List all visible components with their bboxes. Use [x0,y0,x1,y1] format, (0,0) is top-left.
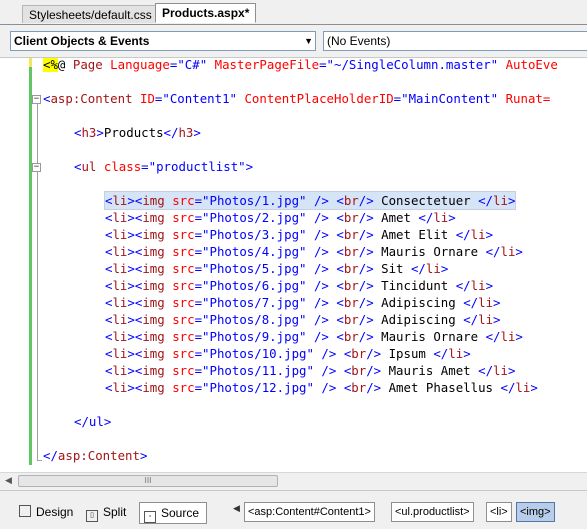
breadcrumb-back-icon[interactable]: ◀ [233,504,240,514]
document-tab-strip: Stylesheets/default.css Products.aspx* [0,0,587,25]
code-line-asp-content: <asp:Content ID="Content1" ContentPlaceH… [43,91,551,106]
chevron-down-icon: ▼ [304,36,313,46]
change-marker [29,58,32,67]
server-directive-marker: <% [43,58,58,72]
breadcrumb-img[interactable]: <img> [516,502,555,522]
source-editor[interactable]: − − <%@ Page Language="C#" MasterPageFil… [0,58,587,472]
view-switcher-bar: Design ▯ Split ▫ Source ◀ <asp:Content#Con… [0,490,587,529]
code-line-li: <li><img src="Photos/3.jpg" /> <br/> Ame… [105,227,494,242]
scroll-left-icon[interactable]: ◀ [2,475,15,488]
client-objects-value: Client Objects & Events [14,34,150,48]
code-line-li: <li><img src="Photos/2.jpg" /> <br/> Ame… [105,210,456,225]
navigation-bar: Client Objects & Events ▼ (No Events) [0,25,587,58]
collapse-content-icon[interactable]: − [32,95,41,104]
split-view-button[interactable]: ▯ Split [82,502,130,524]
scroll-thumb[interactable]: III [18,475,278,487]
code-line-li: <li><img src="Photos/11.jpg" /> <br/> Ma… [105,363,516,378]
horizontal-scrollbar[interactable]: ◀ III [0,472,587,490]
code-line-li: <li><img src="Photos/8.jpg" /> <br/> Adi… [105,312,501,327]
events-dropdown[interactable]: (No Events) [323,31,587,51]
tab-products-aspx[interactable]: Products.aspx* [155,3,257,23]
saved-change-marker [29,67,32,465]
outline-guide [37,104,38,460]
design-view-button[interactable]: Design [15,502,77,524]
indicator-margin [0,58,23,472]
code-line-li: <li><img src="Photos/1.jpg" /> <br/> Con… [103,191,517,210]
code-line-h3: <h3>Products</h3> [74,125,201,140]
tab-default-css[interactable]: Stylesheets/default.css [22,5,159,23]
source-view-button[interactable]: ▫ Source [139,502,207,524]
code-line-ul-open: <ul class="productlist"> [74,159,254,174]
code-line-li: <li><img src="Photos/7.jpg" /> <br/> Adi… [105,295,501,310]
source-view-icon: ▫ [144,511,156,523]
breadcrumb-li[interactable]: <li> [486,502,512,522]
code-line-li: <li><img src="Photos/5.jpg" /> <br/> Sit… [105,261,449,276]
code-line-li: <li><img src="Photos/12.jpg" /> <br/> Am… [105,380,538,395]
breadcrumb-ul[interactable]: <ul.productlist> [391,502,474,522]
code-line-li: <li><img src="Photos/4.jpg" /> <br/> Mau… [105,244,523,259]
code-line-li: <li><img src="Photos/10.jpg" /> <br/> Ip… [105,346,471,361]
design-view-icon [19,505,31,517]
code-line-li: <li><img src="Photos/9.jpg" /> <br/> Mau… [105,329,523,344]
code-line-ul-close: </ul> [74,414,112,429]
code-line-page-directive: <%@ Page Language="C#" MasterPageFile="~… [43,58,558,72]
split-view-icon: ▯ [86,510,98,522]
breadcrumb-asp-content[interactable]: <asp:Content#Content1> [244,502,375,522]
client-objects-dropdown[interactable]: Client Objects & Events ▼ [10,31,316,51]
collapse-ul-icon[interactable]: − [32,163,41,172]
outline-end-tick [37,460,42,461]
events-value: (No Events) [327,34,391,48]
code-line-content-close: </asp:Content> [43,448,148,463]
code-line-li: <li><img src="Photos/6.jpg" /> <br/> Tin… [105,278,494,293]
